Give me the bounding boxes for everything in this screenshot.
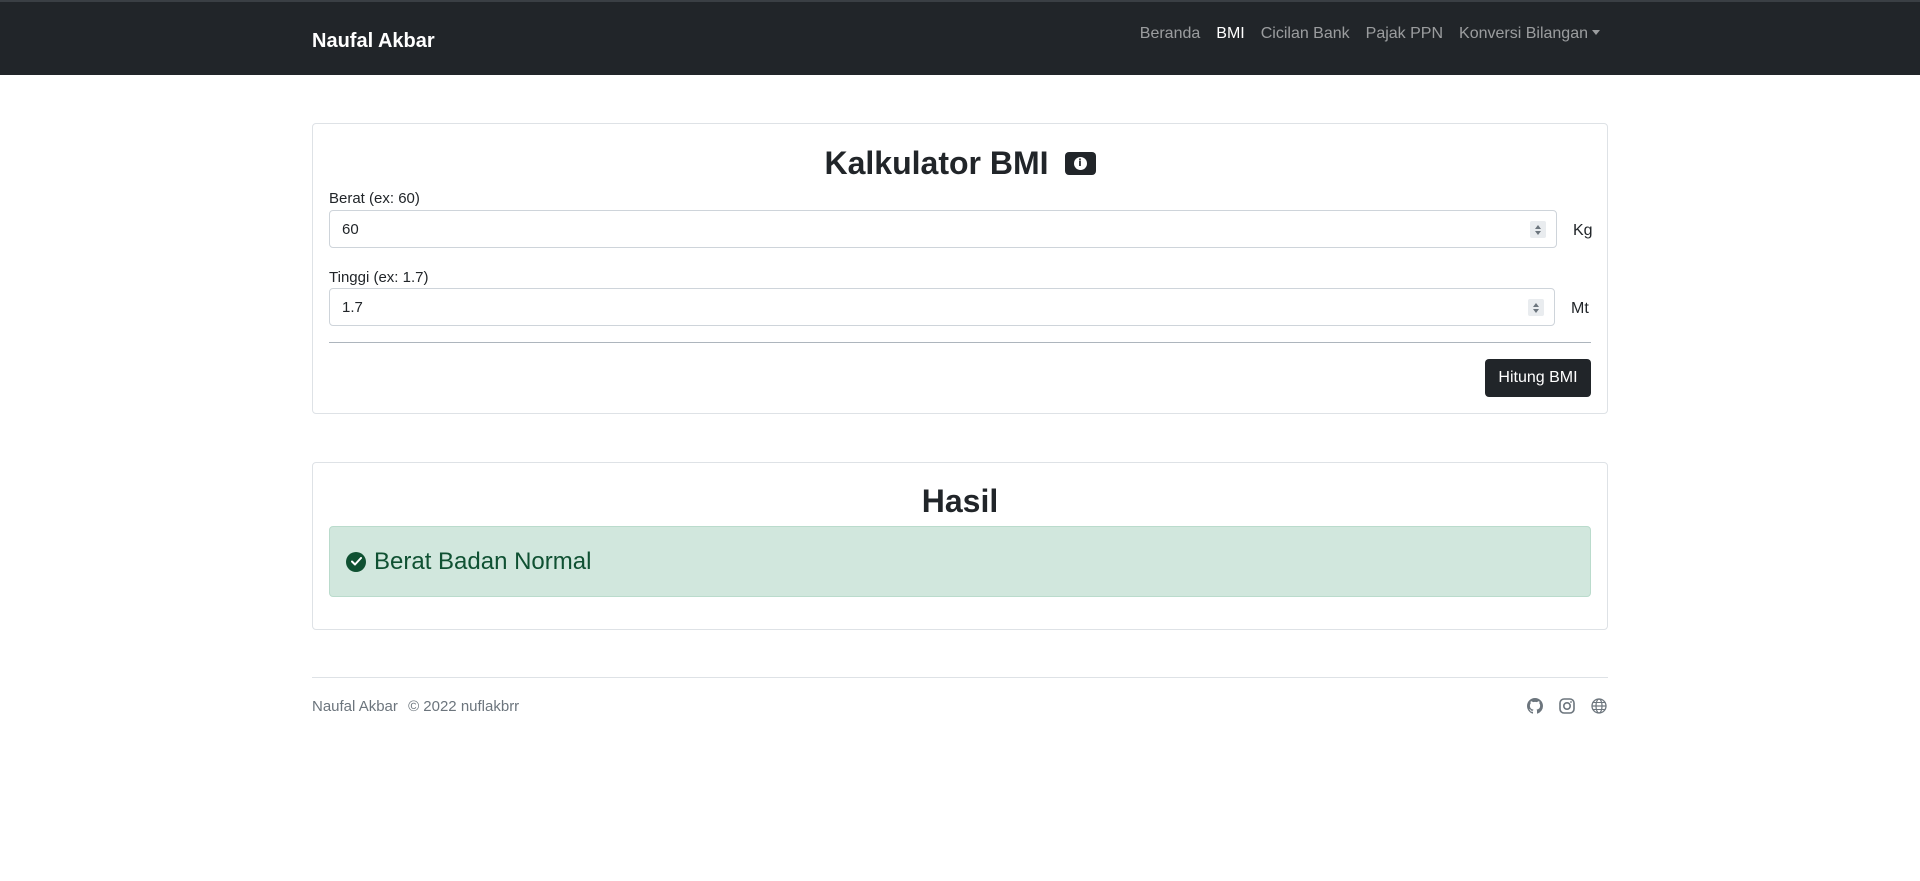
github-icon[interactable] [1526,697,1544,715]
divider [329,342,1591,343]
height-unit: Mt [1571,300,1589,317]
weight-label: Berat (ex: 60) [329,190,420,207]
info-icon: i [1073,156,1087,170]
calculate-bmi-button[interactable]: Hitung BMI [1485,359,1591,397]
stepper-up-icon [1533,302,1539,307]
navbar-brand[interactable]: Naufal Akbar [312,30,435,53]
result-title: Hasil [921,483,999,519]
footer-social-links [1526,697,1608,715]
instagram-icon[interactable] [1558,697,1576,715]
check-circle-icon [346,551,366,572]
footer-name: Naufal Akbar [312,698,398,715]
stepper-down-icon [1533,308,1539,313]
height-input-wrapper [329,288,1555,326]
nav-link-pajak-ppn[interactable]: Pajak PPN [1366,24,1443,44]
calculator-header: Kalkulator BMI i [313,144,1607,182]
nav-link-beranda[interactable]: Beranda [1140,24,1201,44]
weight-unit: Kg [1573,222,1593,239]
bmi-calculator-card: Kalkulator BMI i Berat (ex: 60) Kg Tingg… [312,123,1608,414]
height-label: Tinggi (ex: 1.7) [329,269,429,286]
nav-dropdown-label: Konversi Bilangan [1459,25,1588,42]
footer-credits: Naufal Akbar © 2022 nuflakbrr [312,698,525,715]
calculator-title: Kalkulator BMI [824,145,1049,181]
nav-dropdown-konversi-bilangan[interactable]: Konversi Bilangan [1459,24,1600,44]
stepper-down-icon [1535,230,1541,235]
footer-divider [312,677,1608,678]
info-button[interactable]: i [1064,151,1096,175]
nav-link-cicilan-bank[interactable]: Cicilan Bank [1261,24,1350,44]
weight-stepper[interactable] [1530,221,1546,238]
result-status: Berat Badan Normal [374,547,592,575]
height-input[interactable] [342,298,1494,316]
height-stepper[interactable] [1528,299,1544,316]
weight-input[interactable] [342,220,1496,238]
weight-input-wrapper [329,210,1557,248]
caret-down-icon [1592,30,1600,35]
globe-icon[interactable] [1590,697,1608,715]
nav-menu: Beranda BMI Cicilan Bank Pajak PPN Konve… [1124,24,1600,44]
navbar: Naufal Akbar Beranda BMI Cicilan Bank Pa… [0,0,1920,75]
stepper-up-icon [1535,224,1541,229]
result-alert: Berat Badan Normal [329,526,1591,597]
result-card: Hasil Berat Badan Normal [312,462,1608,630]
footer-copyright: © 2022 nuflakbrr [408,698,520,715]
nav-link-bmi[interactable]: BMI [1216,24,1244,44]
